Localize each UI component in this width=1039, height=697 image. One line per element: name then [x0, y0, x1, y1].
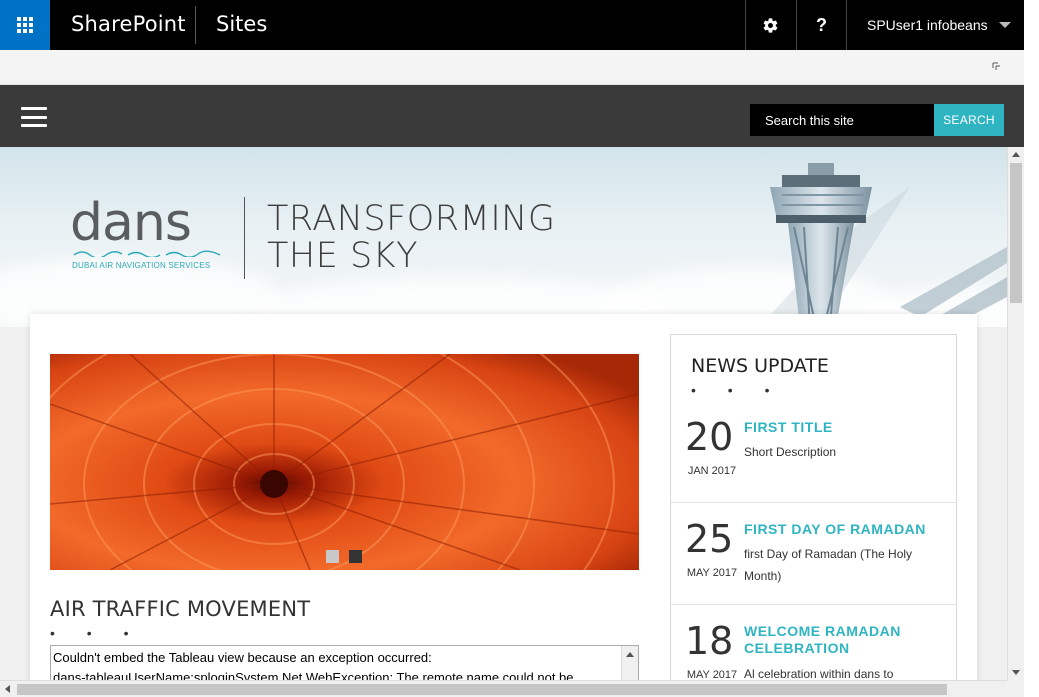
air-traffic-title: AIR TRAFFIC MOVEMENT — [50, 597, 311, 621]
gear-icon — [763, 17, 778, 33]
slider-dot-2[interactable] — [349, 550, 362, 563]
news-day: 25 — [685, 517, 734, 561]
news-title-dots: • • • — [691, 382, 784, 398]
sharepoint-brand-link[interactable]: SharePoint — [71, 12, 186, 36]
content-card: AIR TRAFFIC MOVEMENT • • • Couldn't embe… — [30, 314, 977, 680]
help-button[interactable]: ? — [796, 0, 846, 50]
suite-bar: SharePoint Sites ? SPUser1 infobeans — [0, 0, 1024, 50]
air-traffic-title-dots: • • • — [50, 625, 143, 641]
page-content: dans DUBAI AIR NAVIGATION SERVICES TRANS… — [0, 147, 1007, 680]
hero-tagline: TRANSFORMING THE SKY — [267, 201, 555, 275]
news-day: 18 — [685, 619, 734, 663]
news-heading-link[interactable]: FIRST TITLE — [744, 419, 944, 436]
tableau-error-line-2: dans-tableauUserName:sploginSystem.Net.W… — [53, 670, 574, 680]
hero-banner: dans DUBAI AIR NAVIGATION SERVICES TRANS… — [0, 147, 1007, 327]
news-month: MAY 2017 — [686, 567, 738, 579]
horizontal-scrollbar[interactable] — [0, 680, 1024, 697]
tableau-error-box[interactable]: Couldn't embed the Tableau view because … — [50, 645, 639, 680]
tableau-error-line-1: Couldn't embed the Tableau view because … — [53, 650, 432, 665]
app-launcher-button[interactable] — [0, 0, 50, 50]
flower-image — [50, 354, 639, 570]
vertical-scroll-thumb[interactable] — [1010, 163, 1022, 303]
vertical-scrollbar[interactable] — [1007, 147, 1024, 680]
scrollbar-corner — [1007, 680, 1024, 697]
news-day: 20 — [685, 415, 734, 459]
scroll-up-icon[interactable] — [1012, 152, 1020, 157]
dans-logo: dans — [70, 193, 192, 253]
image-slider[interactable] — [50, 354, 639, 570]
user-menu[interactable]: SPUser1 infobeans — [846, 0, 1024, 50]
news-description: first Day of Ramadan (The Holy Month) — [744, 547, 913, 583]
news-item[interactable]: 25 MAY 2017 FIRST DAY OF RAMADAN first D… — [671, 503, 956, 605]
ribbon-bar — [0, 50, 1024, 85]
horizontal-scroll-thumb[interactable] — [17, 684, 947, 695]
user-name: SPUser1 infobeans — [867, 17, 988, 33]
scroll-up-icon — [626, 652, 634, 657]
news-item[interactable]: 18 MAY 2017 WELCOME RAMADAN CELEBRATION … — [671, 605, 956, 680]
news-month: JAN 2017 — [687, 465, 737, 477]
brand-divider — [195, 6, 196, 44]
scroll-left-icon[interactable] — [5, 685, 10, 693]
settings-button[interactable] — [745, 0, 795, 50]
news-month: MAY 2017 — [686, 669, 738, 680]
waffle-icon — [17, 17, 33, 33]
logo-divider — [244, 197, 245, 279]
arabic-logo-text — [73, 250, 221, 257]
hamburger-menu-icon[interactable] — [21, 107, 47, 127]
news-description: Al celebration within dans to — [744, 667, 894, 680]
slider-dot-1[interactable] — [326, 550, 339, 563]
scroll-down-icon[interactable] — [1012, 670, 1020, 675]
tagline-line-2: THE SKY — [267, 236, 418, 276]
control-tower-image — [760, 163, 1007, 327]
sites-link[interactable]: Sites — [216, 12, 267, 36]
search-input[interactable] — [750, 104, 934, 136]
tableau-scrollbar[interactable] — [621, 646, 638, 680]
tagline-line-1: TRANSFORMING — [267, 199, 556, 239]
news-item[interactable]: 20 JAN 2017 FIRST TITLE Short Descriptio… — [671, 401, 956, 503]
logo-subtitle: DUBAI AIR NAVIGATION SERVICES — [72, 261, 211, 270]
site-header: SEARCH — [0, 85, 1024, 147]
news-update-panel: NEWS UPDATE • • • 20 JAN 2017 FIRST TITL… — [670, 334, 957, 680]
news-heading-link[interactable]: FIRST DAY OF RAMADAN — [744, 521, 944, 538]
news-heading-link[interactable]: WELCOME RAMADAN CELEBRATION — [744, 623, 944, 657]
news-title: NEWS UPDATE — [691, 355, 829, 377]
search-button[interactable]: SEARCH — [934, 104, 1004, 136]
chevron-down-icon — [999, 22, 1011, 28]
news-description: Short Description — [744, 445, 837, 459]
focus-on-content-icon[interactable] — [992, 62, 1002, 72]
